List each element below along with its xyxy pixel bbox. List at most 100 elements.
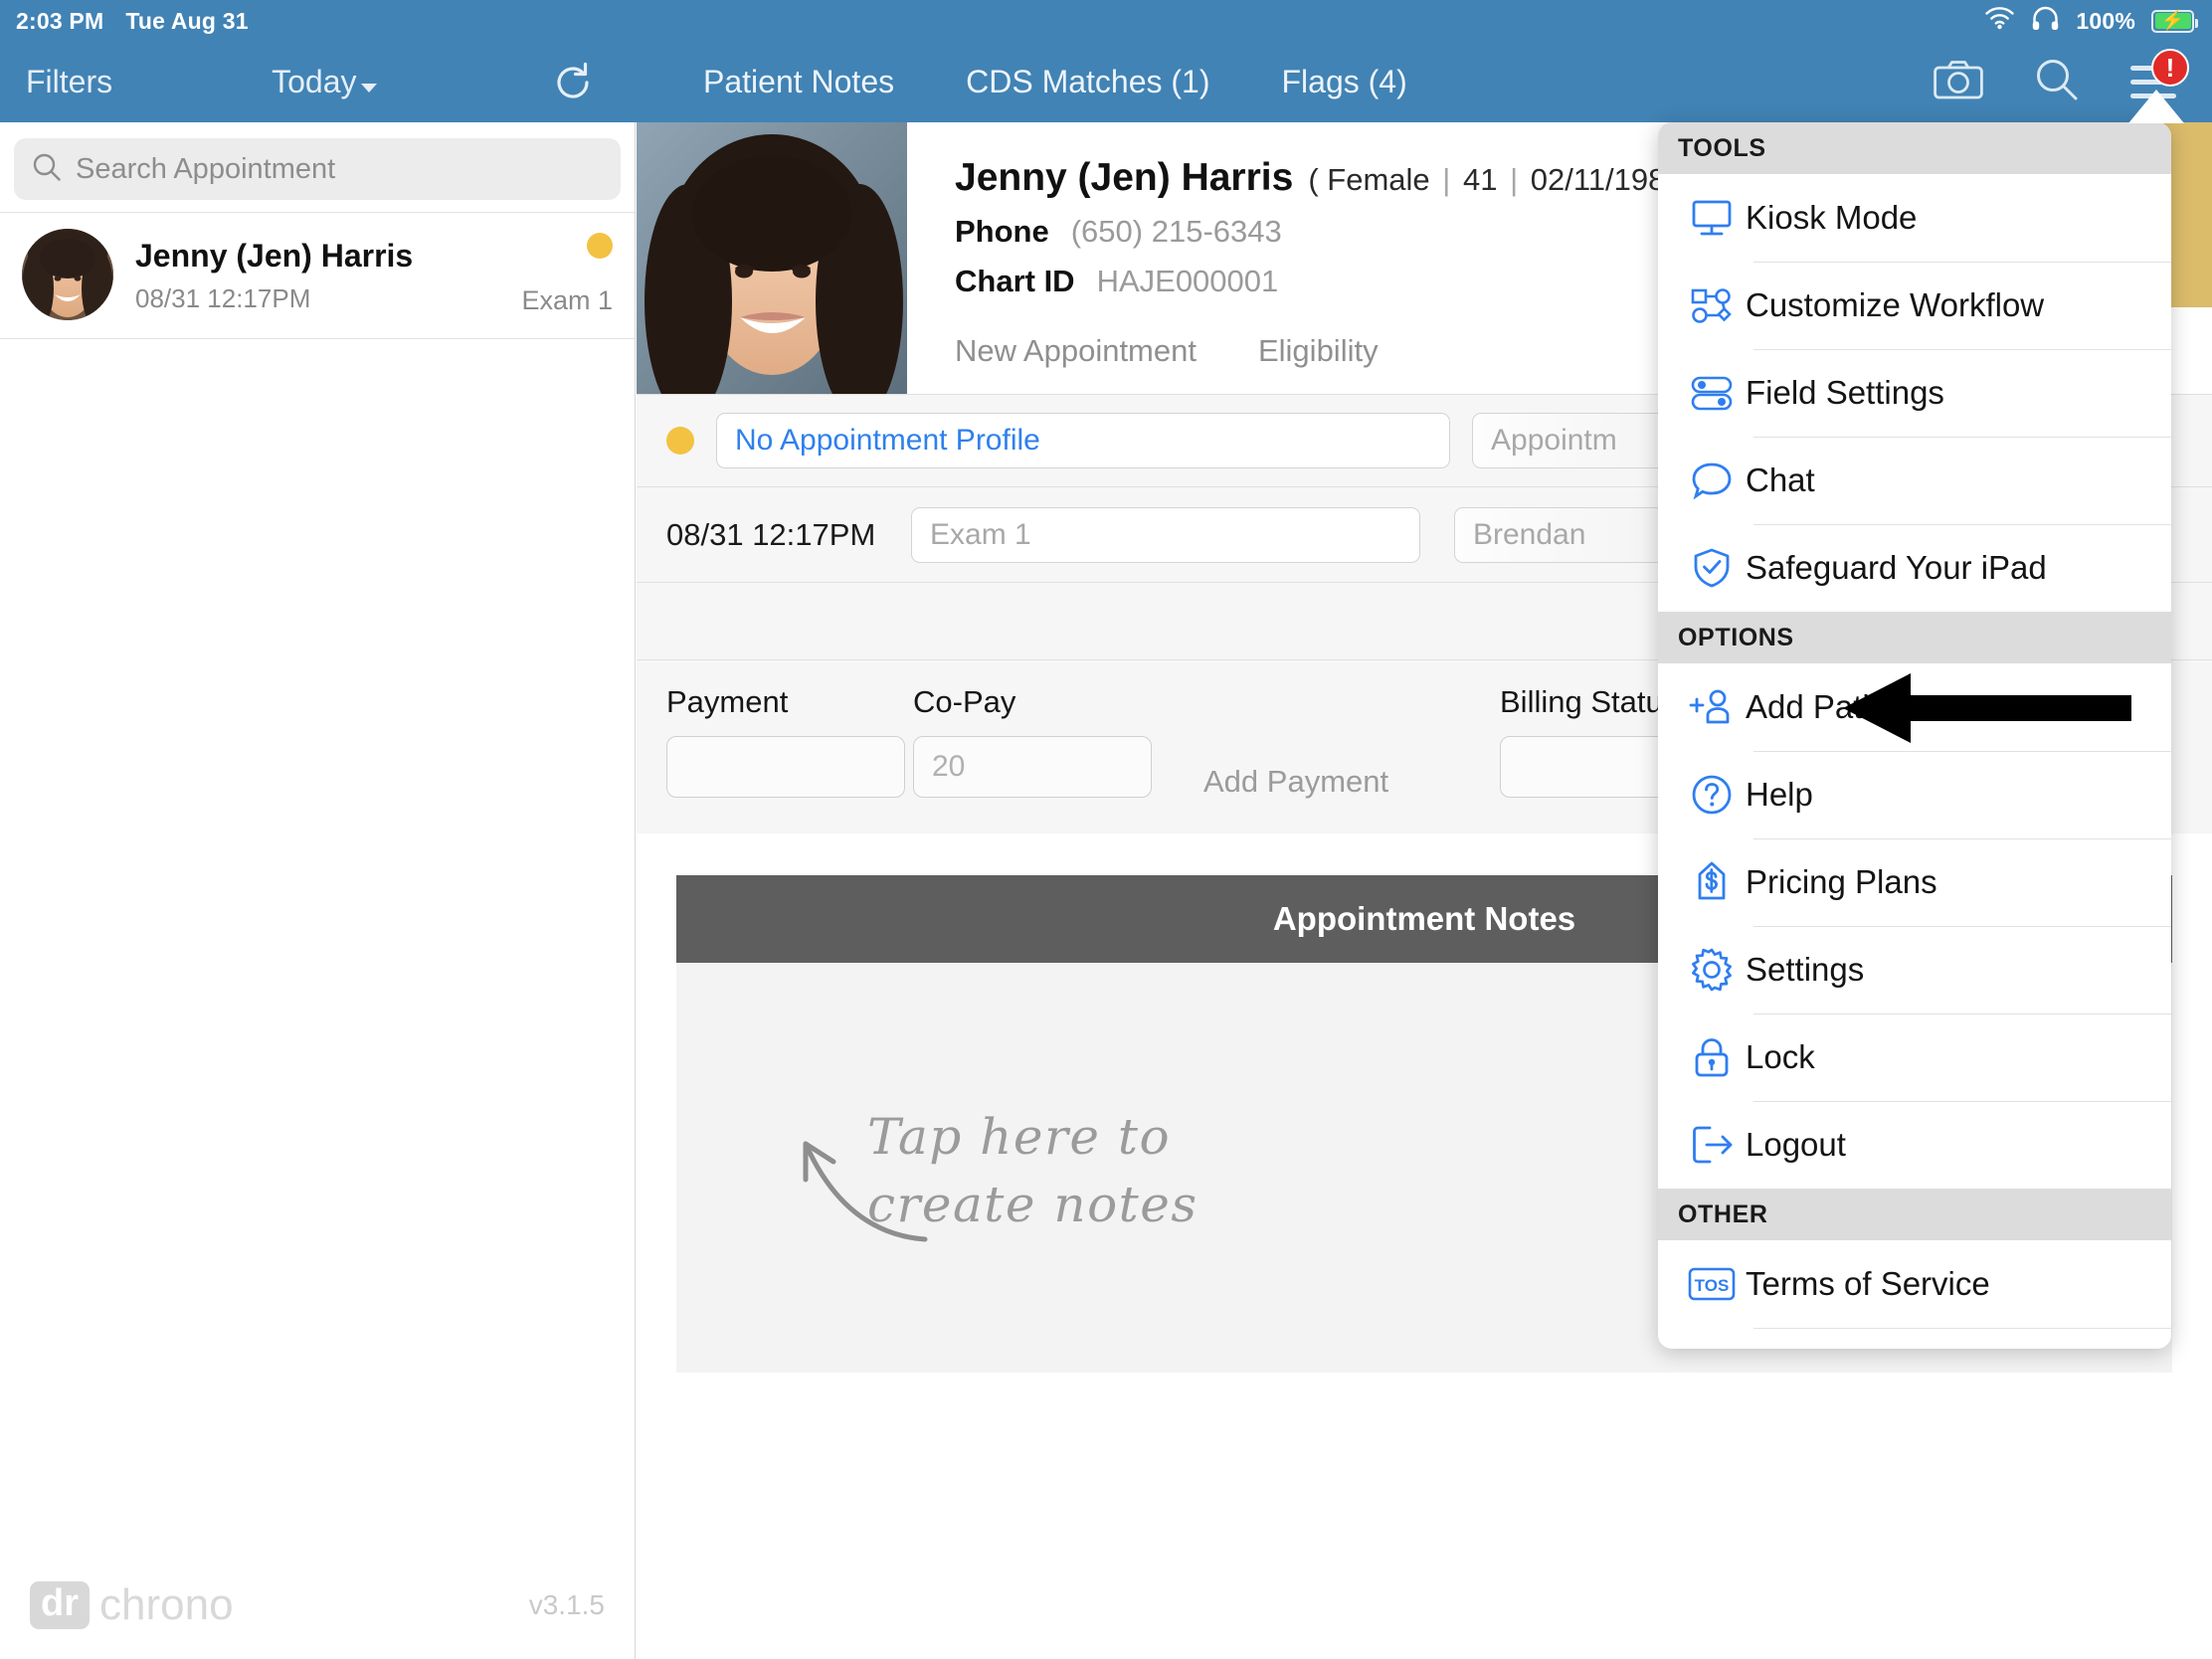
chevron-down-icon (360, 84, 377, 92)
phone-label: Phone (955, 214, 1049, 249)
menu-item-terms-of-service[interactable]: TOS Terms of Service (1658, 1240, 2171, 1328)
today-dropdown[interactable]: Today (272, 64, 377, 100)
payment-input[interactable] (666, 736, 905, 798)
wifi-icon (1984, 6, 2015, 36)
patient-age: 41 (1462, 162, 1498, 197)
menu-footer-space (1658, 1329, 2171, 1349)
menu-item-lock[interactable]: Lock (1658, 1014, 2171, 1101)
search-appointment-input[interactable]: Search Appointment (14, 138, 621, 200)
menu-item-label: Help (1746, 776, 1813, 813)
top-nav-left: Filters Today (0, 42, 636, 122)
menu-section-tools: TOOLS (1658, 122, 2171, 174)
menu-item-label: Pricing Plans (1746, 863, 1937, 900)
menu-item-customize-workflow[interactable]: Customize Workflow (1658, 262, 2171, 349)
payment-label: Payment (666, 684, 789, 719)
search-icon[interactable] (2035, 58, 2079, 106)
add-payment-label: Add Payment (1203, 764, 1389, 799)
search-placeholder: Search Appointment (76, 152, 336, 185)
menu-section-options: OPTIONS (1658, 612, 2171, 663)
price-tag-icon (1678, 860, 1746, 904)
gear-icon (1678, 947, 1746, 993)
appointment-sidebar: Search Appointment Jenny (Jen) Harris 08… (0, 122, 636, 1659)
menu-item-label: Safeguard Your iPad (1746, 549, 2047, 586)
menu-item-label: Kiosk Mode (1746, 199, 1918, 236)
menu-section-other: OTHER (1658, 1189, 2171, 1240)
patient-avatar (22, 229, 113, 320)
exam-room-field[interactable]: Exam 1 (911, 506, 1420, 563)
copay-input[interactable]: 20 (913, 736, 1152, 798)
refresh-icon[interactable] (552, 62, 594, 103)
appointment-time: 08/31 12:17PM (135, 282, 311, 313)
menu-item-label: Chat (1746, 461, 1815, 498)
copay-label: Co-Pay (913, 684, 1016, 719)
menu-item-label: Settings (1746, 951, 1865, 988)
menu-caret-pointer (2128, 90, 2184, 123)
notes-hint-text: Tap here to create notes (867, 1104, 1198, 1238)
status-bar-left: 2:03 PM Tue Aug 31 (0, 8, 249, 35)
chat-bubble-icon (1678, 459, 1746, 502)
notes-hint-line-1: Tap here to (867, 1108, 1172, 1166)
copay-column: Co-Pay 20 (913, 684, 1152, 798)
chart-id-label: Chart ID (955, 264, 1075, 298)
tab-patient-notes[interactable]: Patient Notes (697, 64, 900, 100)
add-person-icon (1678, 685, 1746, 729)
alert-badge: ! (2151, 48, 2189, 87)
tos-icon: TOS (1678, 1266, 1746, 1302)
payment-column: Payment (666, 684, 905, 798)
chart-id-value: HAJE000001 (1096, 264, 1279, 298)
paren-open: ( (1308, 162, 1319, 197)
battery-percent: 100% (2076, 7, 2135, 34)
appointment-list-item[interactable]: Jenny (Jen) Harris 08/31 12:17PM Exam 1 (0, 213, 635, 338)
appointment-status-indicator[interactable] (666, 427, 694, 455)
drchrono-logo-text: chrono (99, 1580, 234, 1629)
patient-gender: Female (1327, 162, 1430, 197)
top-nav-right: Patient Notes CDS Matches (1) Flags (4) (636, 42, 2212, 122)
appointment-profile-field[interactable]: No Appointment Profile (716, 413, 1450, 468)
tab-cds-matches[interactable]: CDS Matches (1) (960, 64, 1215, 100)
new-appointment-button[interactable]: New Appointment (955, 333, 1197, 369)
menu-item-label: Customize Workflow (1746, 286, 2045, 323)
list-divider-bottom (0, 338, 635, 339)
eligibility-button[interactable]: Eligibility (1258, 333, 1379, 369)
menu-item-help[interactable]: Help (1658, 751, 2171, 838)
camera-icon[interactable] (1934, 60, 1983, 104)
menu-item-safeguard-your-ipad[interactable]: Safeguard Your iPad (1658, 524, 2171, 612)
add-payment-button[interactable]: Add Payment (1203, 764, 1388, 800)
menu-item-kiosk-mode[interactable]: Kiosk Mode (1658, 174, 2171, 262)
menu-item-settings[interactable]: Settings (1658, 926, 2171, 1014)
patient-demographics: ( Female | 41 | 02/11/1980 ) (1308, 162, 1701, 198)
app-version: v3.1.5 (528, 1589, 605, 1620)
status-time: 2:03 PM (16, 7, 104, 34)
menu-item-chat[interactable]: Chat (1658, 437, 2171, 524)
status-date: Tue Aug 31 (125, 7, 249, 34)
menu-item-logout[interactable]: Logout (1658, 1101, 2171, 1189)
appointment-notes-title: Appointment Notes (1272, 900, 1576, 937)
headphones-icon (2031, 6, 2060, 37)
menu-item-label: Logout (1746, 1126, 1846, 1163)
svg-text:TOS: TOS (1695, 1276, 1730, 1295)
search-area: Search Appointment (0, 122, 635, 212)
filters-button[interactable]: Filters (26, 64, 112, 100)
lock-icon (1678, 1035, 1746, 1079)
demo-separator-1: | (1442, 162, 1451, 197)
phone-value[interactable]: (650) 215-6343 (1071, 214, 1282, 250)
appointment-patient-name: Jenny (Jen) Harris (135, 237, 414, 274)
top-navigation-bar: Filters Today Patient Notes CDS Matches … (0, 42, 2212, 122)
battery-charging-icon: ⚡ (2151, 9, 2198, 33)
menu-item-label: Field Settings (1746, 374, 1944, 411)
drchrono-logo-mark: dr (30, 1581, 90, 1629)
appointment-status-dot (587, 233, 613, 259)
demo-separator-2: | (1510, 162, 1519, 197)
menu-item-pricing-plans[interactable]: Pricing Plans (1658, 838, 2171, 926)
menu-item-label: Terms of Service (1746, 1265, 1990, 1302)
appointment-item-main: Jenny (Jen) Harris 08/31 12:17PM (135, 236, 499, 314)
appointment-datetime[interactable]: 08/31 12:17PM (666, 517, 877, 553)
menu-item-field-settings[interactable]: Field Settings (1658, 349, 2171, 437)
status-bar-right: 100% ⚡ (1984, 6, 2212, 37)
notes-hint-line-2: create notes (867, 1175, 1198, 1233)
workflow-icon (1678, 283, 1746, 327)
tab-flags[interactable]: Flags (4) (1276, 64, 1413, 100)
shield-check-icon (1678, 546, 1746, 590)
logout-icon (1678, 1123, 1746, 1167)
appointment-room: Exam 1 (521, 285, 613, 315)
